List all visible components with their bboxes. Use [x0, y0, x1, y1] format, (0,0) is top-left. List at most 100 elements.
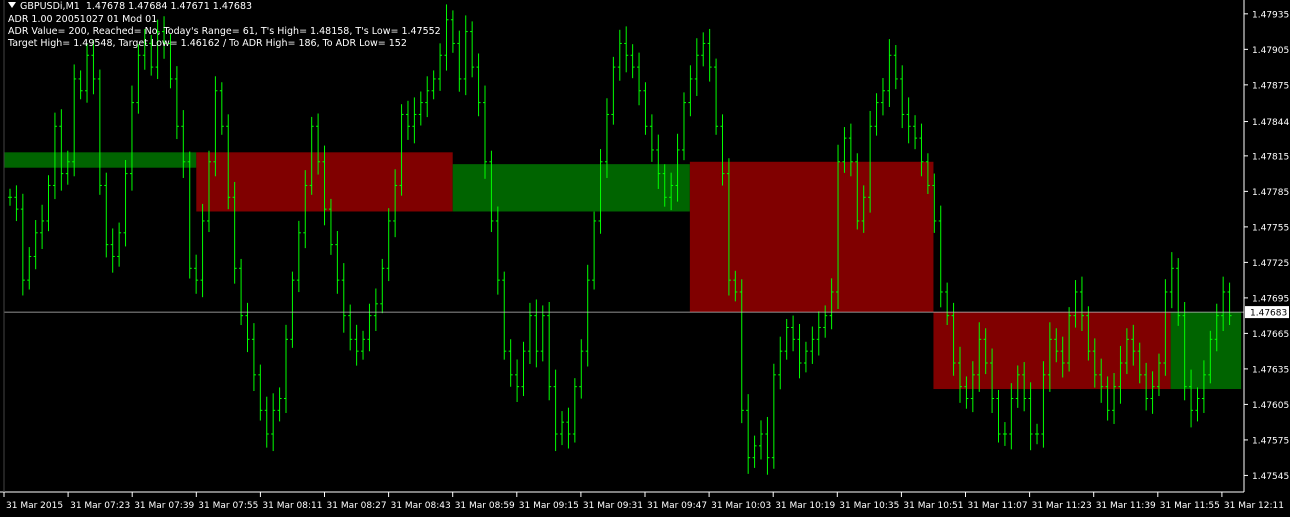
x-tick-label: 31 Mar 09:31: [583, 501, 643, 511]
adr-info-line-1: ADR 1.00 20051027 01 Mod 01: [8, 14, 158, 25]
candle: [816, 311, 821, 356]
candle: [258, 364, 263, 421]
candle: [457, 30, 462, 92]
price-chart[interactable]: 1.47935 1.47905 1.47875 1.47844 1.47815 1.477…: [0, 0, 1290, 513]
candle: [20, 193, 25, 296]
candle: [778, 336, 783, 390]
candle: [438, 43, 443, 91]
candle: [592, 211, 597, 290]
adr-info-line-2: ADR Value= 200, Reached= No, Today's Ran…: [8, 26, 441, 37]
candle: [348, 304, 353, 351]
candle: [200, 203, 205, 298]
x-tick-label: 31 Mar 08:11: [262, 501, 322, 511]
y-tick-label: 1.47785: [1252, 188, 1289, 198]
candle: [470, 21, 475, 78]
zone-bear-4: [933, 312, 1171, 390]
candle: [245, 302, 250, 353]
candle: [194, 254, 199, 294]
candle: [874, 93, 879, 136]
candle: [264, 396, 269, 448]
candle: [14, 185, 19, 222]
ohlc-values: 1.47678 1.47684 1.47671 1.47683: [85, 1, 253, 12]
y-tick-label: 1.47575: [1252, 436, 1289, 446]
candle: [714, 58, 719, 135]
candle: [174, 66, 179, 140]
candle: [803, 341, 808, 373]
candle: [1035, 423, 1040, 445]
zone-bear-3: [689, 161, 934, 313]
zone-bull-5: [1170, 312, 1242, 390]
x-tick-label: 31 Mar 07:23: [70, 501, 130, 511]
candle: [59, 109, 64, 191]
chart-canvas[interactable]: 1.47935 1.47905 1.47875 1.47844 1.47815 1.477…: [0, 0, 1290, 513]
candle: [136, 44, 141, 114]
x-tick-label: 31 Mar 11:23: [1032, 501, 1092, 511]
candle: [405, 100, 410, 140]
candle: [553, 369, 558, 452]
x-tick-label: 31 Mar 11:07: [968, 501, 1028, 511]
candle: [46, 175, 51, 232]
candles: [8, 4, 1232, 475]
symbol-header: GBPUSDi,M1 1.47678 1.47684 1.47671 1.476…: [8, 1, 252, 13]
candle: [181, 110, 186, 178]
candle: [502, 271, 507, 360]
candle: [117, 222, 122, 267]
candle: [277, 387, 282, 422]
candle: [624, 26, 629, 73]
candle: [906, 97, 911, 144]
y-tick-label: 1.47695: [1252, 294, 1289, 304]
x-tick-label: 31 Mar 07:39: [134, 501, 194, 511]
candle: [585, 264, 590, 367]
y-tick-label: 1.47545: [1252, 472, 1289, 482]
dropdown-triangle-icon[interactable]: [8, 2, 16, 8]
y-tick-label: 1.47605: [1252, 401, 1289, 411]
candle: [771, 363, 776, 469]
candle: [547, 302, 552, 401]
candle: [560, 411, 565, 446]
candle: [97, 69, 102, 195]
candle: [187, 151, 192, 279]
candle: [271, 393, 276, 452]
candle: [476, 53, 481, 117]
candle: [418, 91, 423, 126]
candle: [566, 407, 571, 449]
candle: [752, 435, 757, 468]
candle: [791, 315, 796, 352]
candle: [104, 172, 109, 258]
candle: [463, 15, 468, 96]
candle: [579, 339, 584, 399]
candle: [335, 230, 340, 294]
candle: [284, 324, 289, 413]
x-tick-label: 31 Mar 11:39: [1096, 501, 1156, 511]
axes: 1.47935 1.47905 1.47875 1.47844 1.47815 1.477…: [0, 0, 1289, 511]
candle: [759, 420, 764, 460]
candle: [1169, 252, 1174, 309]
candle: [341, 263, 346, 333]
candle: [996, 389, 1001, 443]
candle: [913, 115, 918, 150]
candle: [515, 359, 520, 403]
y-tick-label: 1.47665: [1252, 330, 1289, 340]
symbol-label: GBPUSDi,M1: [20, 1, 80, 12]
x-tick-label: 31 Mar 10:19: [775, 501, 835, 511]
candle: [85, 43, 90, 103]
candle: [33, 220, 38, 270]
candle: [707, 28, 712, 82]
candle: [887, 39, 892, 107]
x-tick-label: 31 Mar 12:11: [1224, 501, 1284, 511]
candle: [765, 416, 770, 475]
candle: [637, 52, 642, 106]
x-tick-label: 31 Mar 09:47: [647, 501, 707, 511]
candle: [938, 205, 943, 308]
candle: [1009, 383, 1014, 450]
candle: [900, 65, 905, 129]
candle: [8, 188, 12, 206]
y-tick-label: 1.47725: [1252, 259, 1289, 269]
candle: [78, 70, 83, 100]
candle: [495, 206, 500, 295]
candle: [784, 318, 789, 360]
candle: [27, 247, 32, 290]
candle: [611, 56, 616, 125]
candle: [431, 70, 436, 100]
candle: [239, 258, 244, 326]
